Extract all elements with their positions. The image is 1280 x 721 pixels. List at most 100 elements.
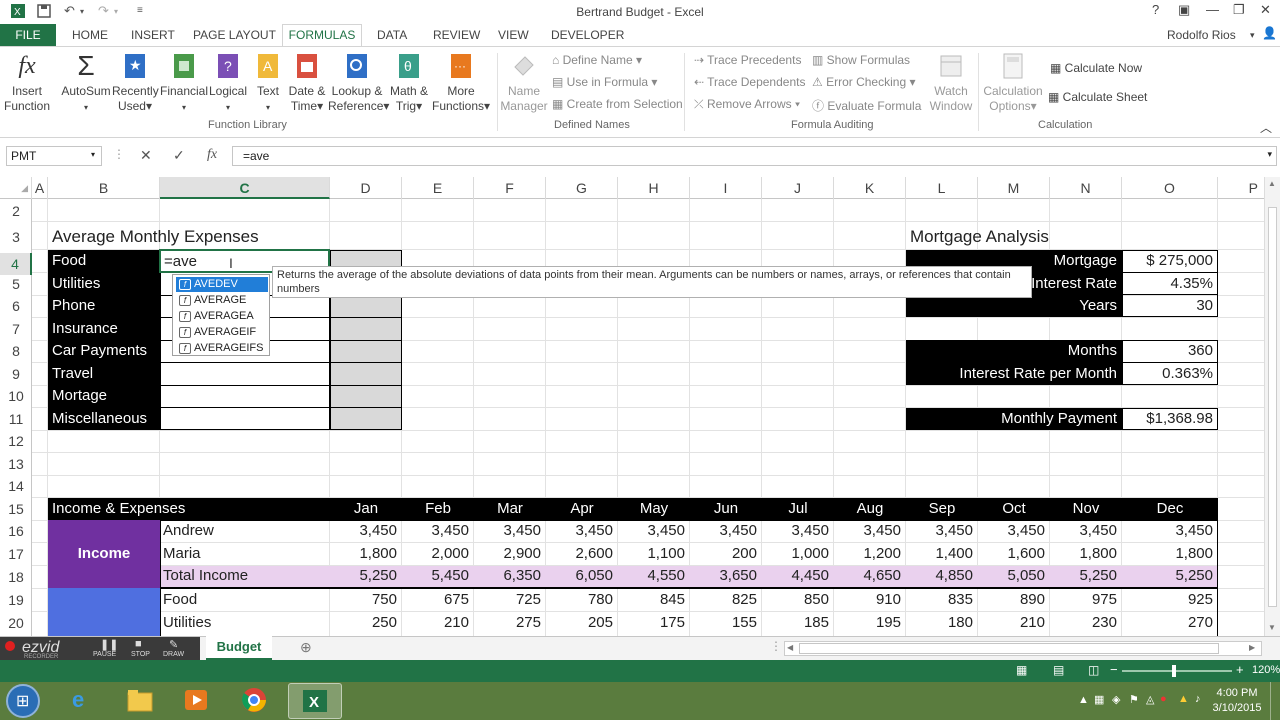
- table-cell[interactable]: 4,550: [618, 565, 690, 587]
- mortgage-label[interactable]: Interest Rate per Month: [906, 363, 1122, 385]
- table-cell[interactable]: 275: [474, 612, 546, 634]
- table-cell[interactable]: 2,000: [402, 543, 474, 565]
- table-cell[interactable]: 850: [762, 589, 834, 611]
- vertical-scrollbar[interactable]: ▲ ▼: [1264, 177, 1280, 636]
- user-name[interactable]: Rodolfo Rios: [1167, 28, 1236, 42]
- tab-page-layout[interactable]: PAGE LAYOUT: [193, 28, 276, 42]
- cancel-icon[interactable]: ✕: [140, 147, 152, 164]
- text-button[interactable]: A Text ▾: [253, 51, 283, 115]
- table-cell[interactable]: 195: [834, 612, 906, 634]
- function-autocomplete-list[interactable]: f AVEDEV f AVERAGE f AVERAGEA f AVERAGEIF fA…: [172, 274, 270, 356]
- internet-explorer-icon[interactable]: e: [64, 685, 104, 717]
- column-header[interactable]: G: [546, 177, 618, 199]
- zoom-level[interactable]: 120%: [1252, 664, 1280, 676]
- column-header[interactable]: M: [978, 177, 1050, 199]
- column-header[interactable]: E: [402, 177, 474, 199]
- tray-dropbox-icon[interactable]: ◈: [1112, 693, 1120, 706]
- table-cell[interactable]: 3,450: [546, 520, 618, 542]
- table-cell[interactable]: 3,450: [762, 520, 834, 542]
- tab-insert[interactable]: INSERT: [131, 28, 175, 42]
- autocomplete-item[interactable]: f AVERAGEIFS: [176, 341, 268, 356]
- table-cell[interactable]: 5,250: [330, 565, 402, 587]
- horizontal-scroll-thumb[interactable]: [799, 643, 1219, 654]
- table-cell[interactable]: 250: [330, 612, 402, 634]
- table-cell[interactable]: 1,400: [906, 543, 978, 565]
- column-header[interactable]: N: [1050, 177, 1122, 199]
- table-cell[interactable]: 210: [978, 612, 1050, 634]
- row-header[interactable]: 3: [0, 229, 32, 245]
- row-header[interactable]: 9: [0, 366, 32, 382]
- row-label[interactable]: Total Income: [163, 565, 248, 587]
- table-cell[interactable]: 5,250: [1122, 565, 1218, 587]
- table-cell[interactable]: 845: [618, 589, 690, 611]
- stop-button[interactable]: STOP: [131, 651, 150, 658]
- autocomplete-item[interactable]: f AVEDEV: [176, 277, 268, 292]
- table-cell[interactable]: 5,050: [978, 565, 1050, 587]
- tab-data[interactable]: DATA: [377, 28, 407, 42]
- table-cell[interactable]: 3,650: [690, 565, 762, 587]
- table-cell[interactable]: 3,450: [690, 520, 762, 542]
- table-cell[interactable]: 6,050: [546, 565, 618, 587]
- formula-input[interactable]: =ave ▾: [232, 146, 1277, 166]
- zoom-slider-thumb[interactable]: [1172, 665, 1176, 677]
- mortgage-label[interactable]: Monthly Payment: [906, 408, 1122, 430]
- row-header[interactable]: 10: [0, 388, 32, 404]
- table-cell[interactable]: 155: [690, 612, 762, 634]
- user-dropdown-icon[interactable]: ▾: [1250, 30, 1255, 41]
- month-header[interactable]: Jan: [330, 498, 402, 520]
- table-cell[interactable]: 3,450: [618, 520, 690, 542]
- month-header[interactable]: Feb: [402, 498, 474, 520]
- worksheet-grid[interactable]: 2 3 4 5 6 7 8 9 10 11 12 13 14 15 16 17 …: [0, 199, 1264, 636]
- remove-arrows-button[interactable]: ⤫ Remove Arrows ▾: [694, 97, 800, 112]
- table-cell[interactable]: 1,000: [762, 543, 834, 565]
- row-header[interactable]: 4: [0, 253, 32, 275]
- column-header[interactable]: L: [906, 177, 978, 199]
- chrome-icon[interactable]: [236, 685, 276, 717]
- insert-function-button[interactable]: fx Insert Function: [4, 51, 50, 114]
- expense-label[interactable]: Utilities: [52, 273, 100, 295]
- table-cell[interactable]: 1,100: [618, 543, 690, 565]
- autocomplete-item[interactable]: f AVERAGEA: [176, 309, 268, 324]
- vertical-scroll-thumb[interactable]: [1268, 207, 1277, 607]
- logical-button[interactable]: ? Logical ▾: [207, 51, 249, 115]
- table-cell[interactable]: 1,800: [1122, 543, 1218, 565]
- recently-used-button[interactable]: ★ Recently Used▾: [112, 51, 159, 114]
- table-cell[interactable]: 2,600: [546, 543, 618, 565]
- scroll-up-icon[interactable]: ▲: [1268, 179, 1276, 188]
- row-header[interactable]: 14: [0, 478, 32, 494]
- file-explorer-icon[interactable]: [122, 685, 162, 717]
- tray-network-icon[interactable]: ▦: [1094, 693, 1104, 706]
- table-cell[interactable]: 3,450: [330, 520, 402, 542]
- month-header[interactable]: May: [618, 498, 690, 520]
- mortgage-value[interactable]: 0.363%: [1122, 363, 1218, 385]
- table-cell[interactable]: 3,450: [1122, 520, 1218, 542]
- table-cell[interactable]: 180: [906, 612, 978, 634]
- tray-arrow-icon[interactable]: ▲: [1078, 694, 1089, 706]
- row-header[interactable]: 17: [0, 546, 32, 562]
- name-manager-button[interactable]: Name Manager: [500, 51, 548, 114]
- table-cell[interactable]: 725: [474, 589, 546, 611]
- row-header[interactable]: 2: [0, 203, 32, 219]
- table-cell[interactable]: 1,600: [978, 543, 1050, 565]
- table-cell[interactable]: 270: [1122, 612, 1218, 634]
- column-header[interactable]: P: [1218, 177, 1264, 199]
- use-in-formula-button[interactable]: ▤ Use in Formula ▾: [552, 75, 657, 89]
- table-cell[interactable]: 4,650: [834, 565, 906, 587]
- month-header[interactable]: Sep: [906, 498, 978, 520]
- excel-taskbar-icon[interactable]: X: [288, 683, 342, 719]
- media-player-icon[interactable]: [178, 685, 218, 717]
- table-cell[interactable]: 200: [690, 543, 762, 565]
- expense-label[interactable]: Mortage: [52, 385, 107, 407]
- tab-file[interactable]: FILE: [0, 24, 56, 46]
- table-cell[interactable]: 3,450: [1050, 520, 1122, 542]
- month-header[interactable]: Nov: [1050, 498, 1122, 520]
- define-name-button[interactable]: ⌂ Define Name ▾: [552, 53, 642, 67]
- show-formulas-button[interactable]: ▥ Show Formulas: [812, 53, 910, 67]
- tray-flag-icon[interactable]: ⚑: [1129, 693, 1139, 706]
- new-sheet-icon[interactable]: ⊕: [300, 639, 312, 656]
- row-header[interactable]: 11: [0, 411, 32, 427]
- name-box-dropdown-icon[interactable]: ▾: [91, 150, 95, 159]
- table-cell[interactable]: 890: [978, 589, 1050, 611]
- autocomplete-item[interactable]: f AVERAGE: [176, 293, 268, 308]
- table-cell[interactable]: 910: [834, 589, 906, 611]
